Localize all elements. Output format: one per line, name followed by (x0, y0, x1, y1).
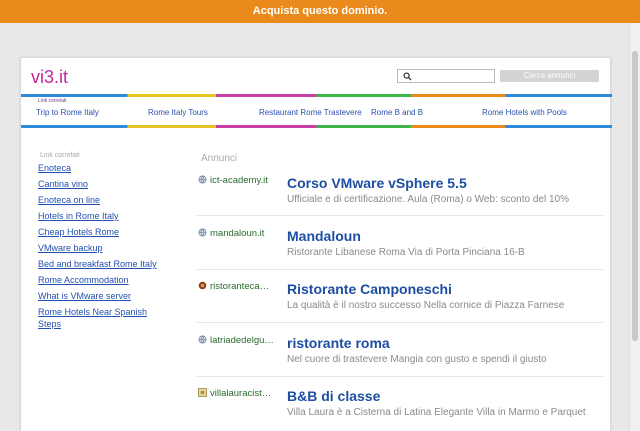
ads-title: Annunci (201, 153, 238, 164)
globe-icon (198, 335, 207, 344)
ad-separator (197, 322, 603, 323)
ad-title[interactable]: Corso VMware vSphere 5.5 (287, 175, 467, 191)
search-ads-button[interactable]: Cerca annunci (500, 70, 599, 82)
related-link-rome-tours[interactable]: Rome Italy Tours (148, 108, 208, 117)
sidebar-title: Link correlati (40, 152, 80, 159)
ad-title[interactable]: ristorante roma (287, 335, 390, 351)
page-card: vi3.it Cerca annunci Link correlati Trip… (20, 57, 612, 431)
related-link-restaurant-trastevere[interactable]: Restaurant Rome Trastevere (259, 108, 362, 117)
globe-icon (198, 228, 207, 237)
ad-domain-text: ristoranteca… (210, 281, 270, 292)
sidebar-link[interactable]: Cheap Hotels Rome (38, 226, 119, 238)
search-icon (403, 72, 412, 81)
scrollbar-thumb[interactable] (632, 51, 638, 341)
ad-domain[interactable]: ristoranteca… (198, 281, 278, 292)
related-links-title: Link correlati (38, 98, 67, 104)
sidebar-link[interactable]: Rome Accommodation (38, 274, 129, 286)
ad-description: Ristorante Libanese Roma Via di Porta Pi… (287, 247, 525, 258)
ad-title[interactable]: B&B di classe (287, 388, 380, 404)
globe-icon (198, 175, 207, 184)
related-link-rome-bb[interactable]: Rome B and B (371, 108, 423, 117)
site-logo[interactable]: vi3.it (31, 67, 68, 88)
related-link-trip-rome[interactable]: Trip to Rome Italy (36, 108, 99, 117)
color-stripe-bottom (21, 125, 612, 128)
ad-domain-text: latriadedelgu… (210, 335, 274, 346)
ad-description: Nel cuore di trastevere Mangia con gusto… (287, 354, 547, 365)
ad-domain[interactable]: ict-academy.it (198, 175, 278, 186)
color-stripe-top (21, 94, 612, 97)
ad-description: La qualità è il nostro successo Nella co… (287, 300, 565, 311)
ad-domain[interactable]: latriadedelgu… (198, 335, 278, 346)
ad-separator (197, 376, 603, 377)
ad-domain-text: villalauracist… (210, 388, 272, 399)
ad-domain[interactable]: mandaloun.it (198, 228, 278, 239)
sidebar-link[interactable]: Hotels in Rome Italy (38, 210, 119, 222)
sidebar-link[interactable]: What is VMware server (38, 290, 131, 302)
sidebar-link[interactable]: Bed and breakfast Rome Italy (38, 258, 157, 270)
page-scrollbar[interactable] (629, 23, 640, 431)
ad-description: Villa Laura è a Cisterna di Latina Elega… (287, 407, 586, 418)
sidebar-link[interactable]: Rome Hotels Near Spanish Steps (38, 306, 168, 330)
ad-domain-text: mandaloun.it (210, 228, 265, 239)
sidebar-link[interactable]: VMware backup (38, 242, 103, 254)
ad-title[interactable]: Ristorante Camponeschi (287, 281, 452, 297)
ad-domain[interactable]: villalauracist… (198, 388, 278, 399)
sidebar-link[interactable]: Enoteca (38, 162, 71, 174)
ad-separator (197, 215, 603, 216)
ad-separator (197, 269, 603, 270)
restaurant-favicon-icon (198, 281, 207, 290)
villa-favicon-icon (198, 388, 207, 397)
sidebar-link[interactable]: Enoteca on line (38, 194, 100, 206)
ad-domain-text: ict-academy.it (210, 175, 268, 186)
ad-description: Ufficiale e di certificazione. Aula (Rom… (287, 194, 569, 205)
related-link-rome-hotels-pools[interactable]: Rome Hotels with Pools (482, 108, 567, 117)
search-input[interactable] (397, 69, 495, 83)
sidebar-link[interactable]: Cantina vino (38, 178, 88, 190)
buy-domain-banner[interactable]: Acquista questo dominio. (0, 0, 640, 23)
ad-title[interactable]: Mandaloun (287, 228, 361, 244)
